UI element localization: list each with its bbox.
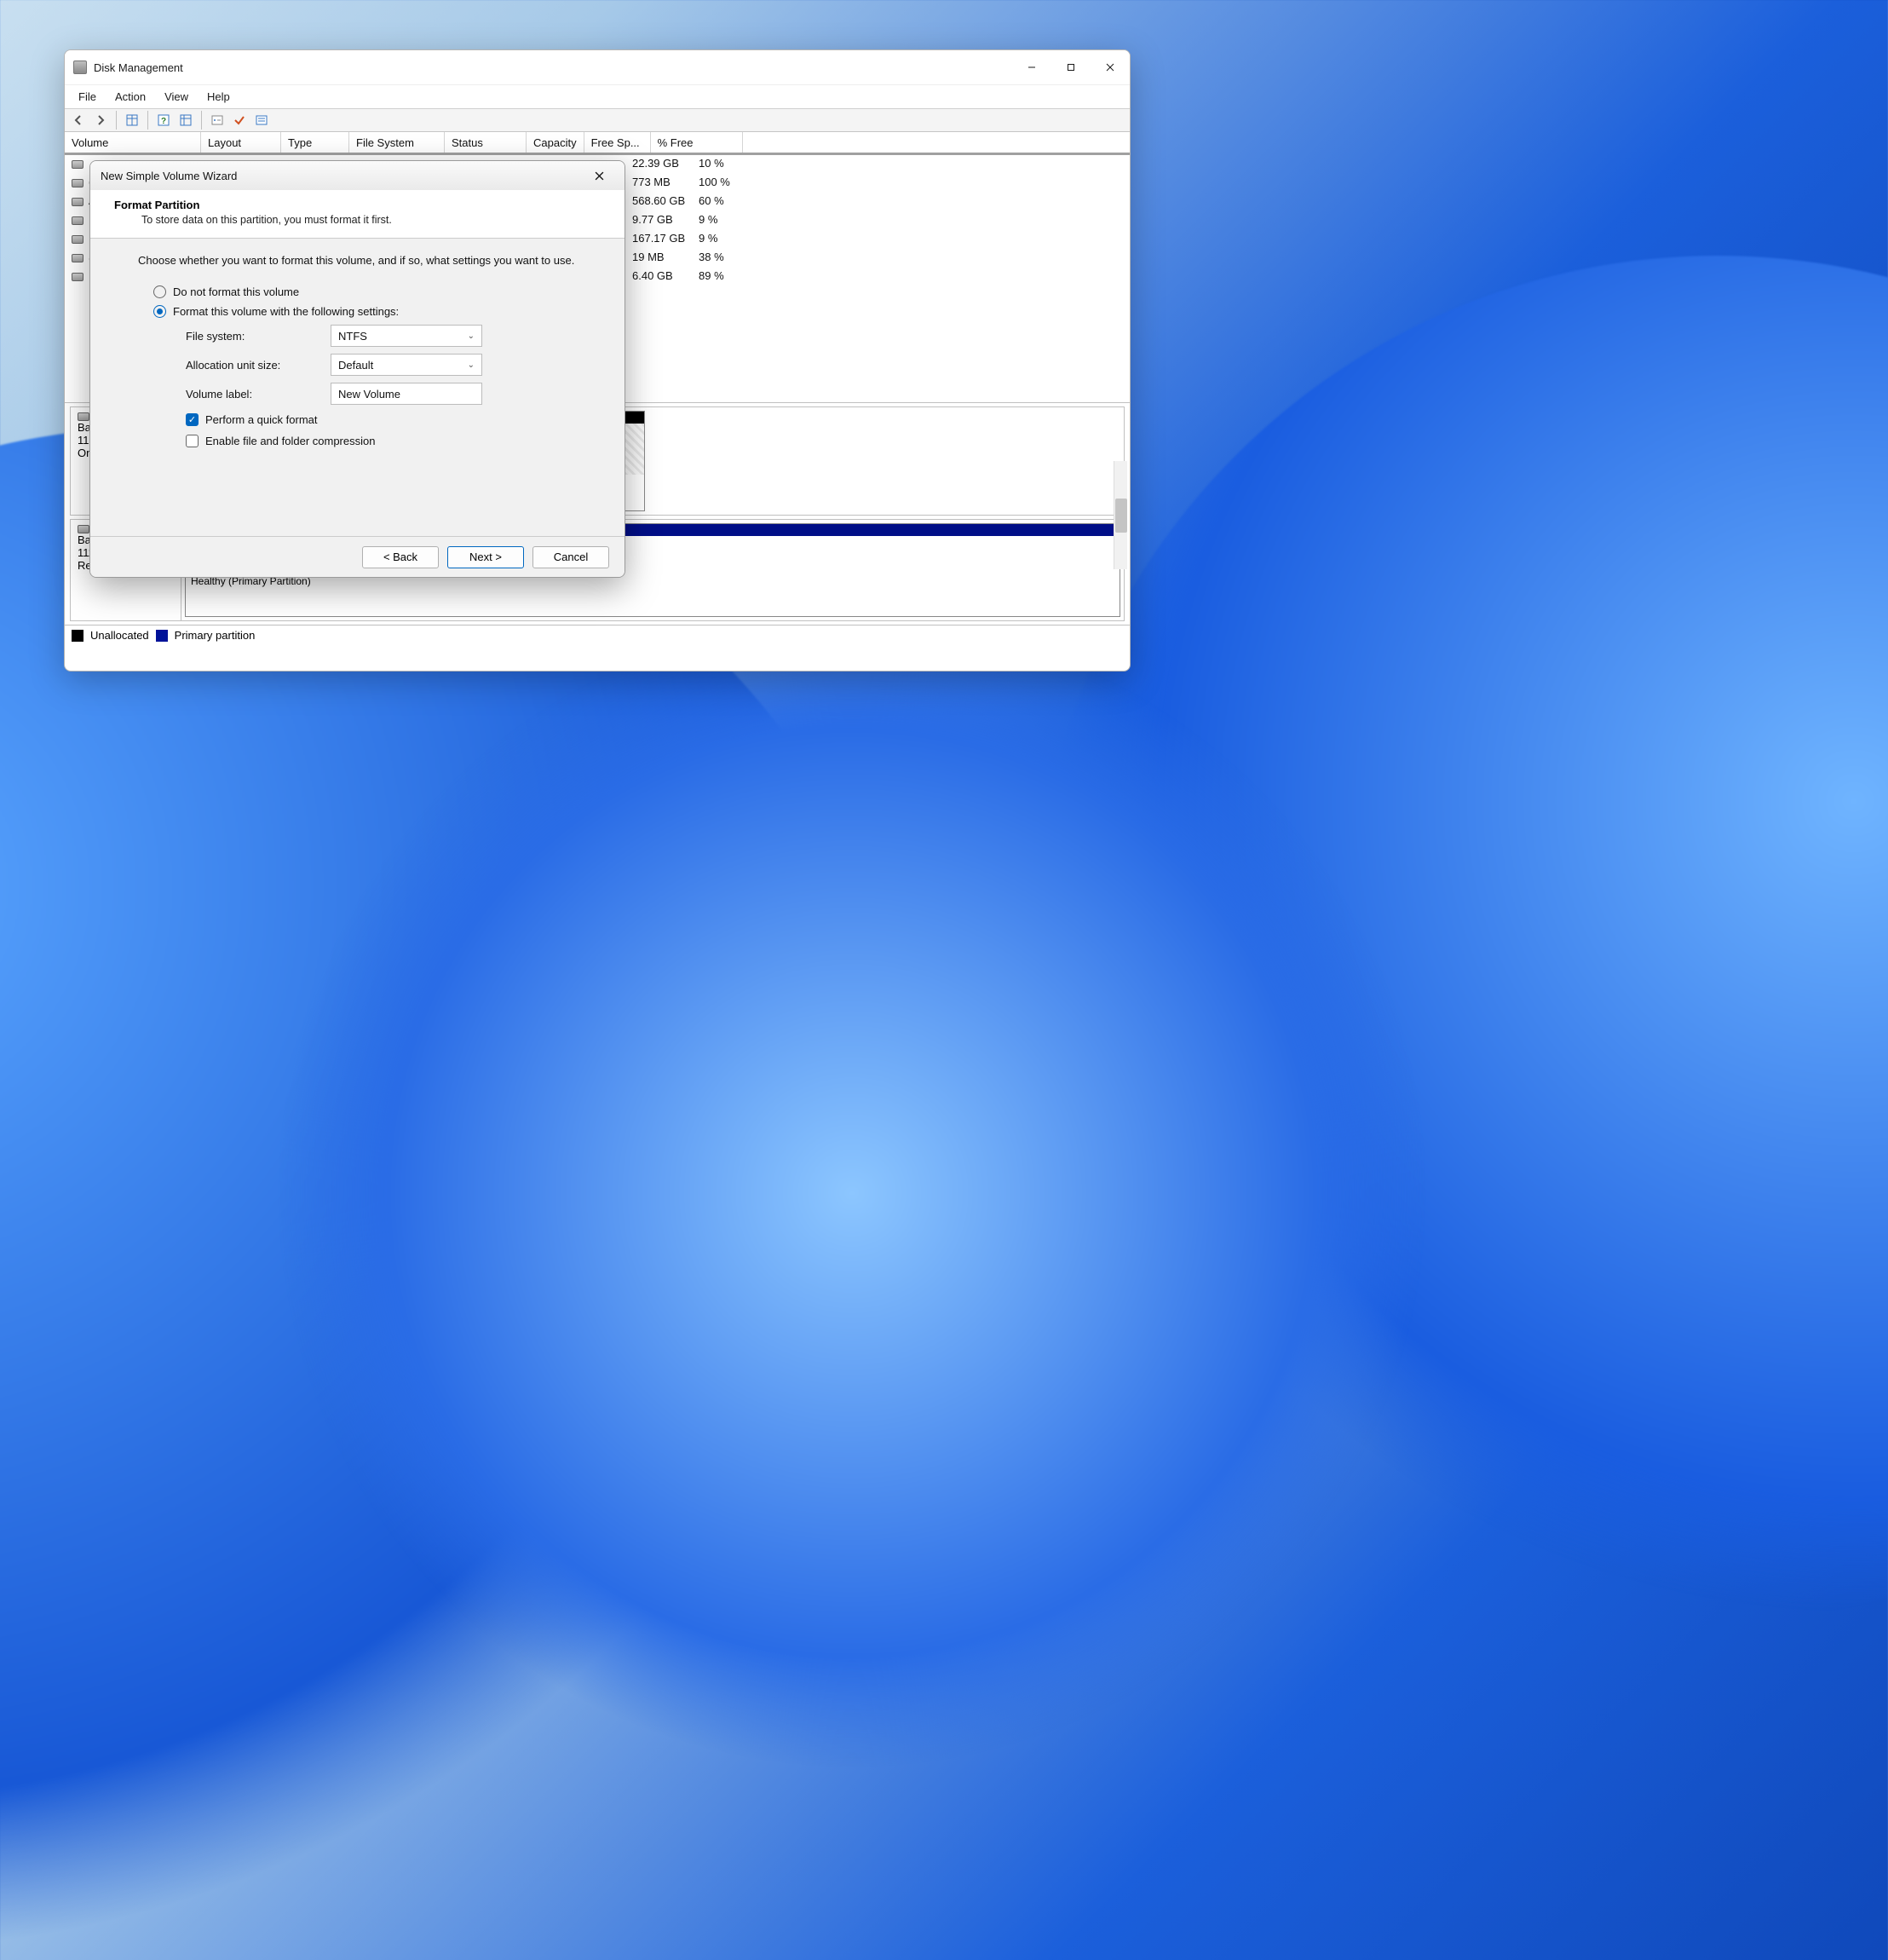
grid-header: Volume Layout Type File System Status Ca… [65,132,1130,155]
col-percent-free[interactable]: % Free [651,132,743,153]
col-status[interactable]: Status [445,132,527,153]
list-icon[interactable] [251,110,272,130]
radio-icon [153,285,166,298]
back-button[interactable]: < Back [362,546,439,568]
legend-unallocated: Unallocated [90,629,149,642]
select-file-system[interactable]: NTFS ⌄ [331,325,482,347]
back-icon[interactable] [68,110,89,130]
dialog-close-button[interactable] [584,164,614,187]
menu-file[interactable]: File [70,88,105,106]
legend-swatch-unallocated [72,630,83,642]
scrollbar-thumb[interactable] [1115,499,1127,533]
vertical-scrollbar[interactable] [1114,461,1127,569]
wizard-dialog: New Simple Volume Wizard Format Partitio… [89,160,625,578]
toolbar: ? [65,108,1130,132]
titlebar: Disk Management [65,50,1130,84]
legend-primary: Primary partition [175,629,256,642]
radio-icon [153,305,166,318]
menu-help[interactable]: Help [199,88,239,106]
grid-icon[interactable] [122,110,142,130]
menu-action[interactable]: Action [106,88,154,106]
label-allocation-unit: Allocation unit size: [186,359,331,372]
refresh-icon[interactable] [176,110,196,130]
properties-icon[interactable] [207,110,227,130]
col-file-system[interactable]: File System [349,132,445,153]
disk-icon [78,412,89,421]
dialog-titlebar: New Simple Volume Wizard [90,161,625,190]
minimize-button[interactable] [1012,54,1051,81]
help-icon[interactable]: ? [153,110,174,130]
checkbox-icon: ✓ [186,413,199,426]
maximize-button[interactable] [1051,54,1091,81]
dialog-footer: < Back Next > Cancel [90,536,625,577]
svg-text:?: ? [161,117,166,126]
col-volume[interactable]: Volume [65,132,201,153]
radio-do-not-format[interactable]: Do not format this volume [153,285,590,298]
input-volume-label[interactable]: New Volume [331,383,482,405]
select-allocation-unit[interactable]: Default ⌄ [331,354,482,376]
dialog-title: New Simple Volume Wizard [101,170,237,182]
dialog-intro: Choose whether you want to format this v… [138,254,590,267]
label-volume-label: Volume label: [186,388,331,401]
menubar: File Action View Help [65,84,1130,108]
drive-icon [72,273,83,281]
dialog-body: Choose whether you want to format this v… [90,239,625,461]
dialog-subheading: To store data on this partition, you mus… [141,214,606,226]
disk-icon [78,525,89,533]
window-controls [1012,54,1130,81]
checkbox-quick-format[interactable]: ✓ Perform a quick format [186,413,590,426]
cancel-button[interactable]: Cancel [532,546,609,568]
col-layout[interactable]: Layout [201,132,281,153]
forward-icon[interactable] [90,110,111,130]
drive-icon [72,216,83,225]
col-type[interactable]: Type [281,132,349,153]
window-title: Disk Management [94,61,183,74]
legend: Unallocated Primary partition [65,625,1130,645]
dialog-header: Format Partition To store data on this p… [90,190,625,239]
label-file-system: File system: [186,330,331,343]
checkbox-compression[interactable]: Enable file and folder compression [186,435,590,447]
chevron-down-icon: ⌄ [468,360,475,370]
checkbox-icon [186,435,199,447]
check-icon[interactable] [229,110,250,130]
col-free-space[interactable]: Free Sp... [584,132,651,153]
radio-format-with-settings[interactable]: Format this volume with the following se… [153,305,590,318]
drive-icon [72,198,83,206]
legend-swatch-primary [156,630,168,642]
dialog-heading: Format Partition [114,199,606,211]
chevron-down-icon: ⌄ [468,331,475,341]
drive-icon [72,235,83,244]
col-capacity[interactable]: Capacity [527,132,584,153]
app-icon [73,61,87,74]
drive-icon [72,160,83,169]
drive-icon [72,179,83,187]
drive-icon [72,254,83,262]
next-button[interactable]: Next > [447,546,524,568]
close-button[interactable] [1091,54,1130,81]
menu-view[interactable]: View [156,88,197,106]
